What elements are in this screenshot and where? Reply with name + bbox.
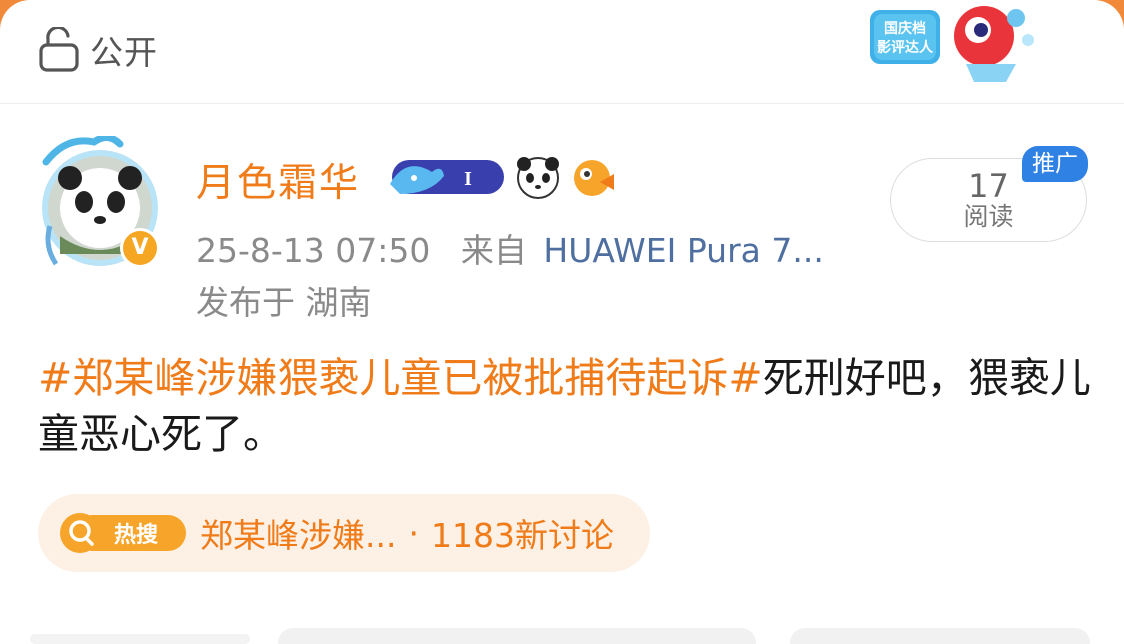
- read-label: 阅读: [963, 201, 1014, 231]
- post-card: 公开 国庆档 影评达人 V 月色霜华 I 25-8-13 07:50 来自 HU…: [0, 0, 1124, 644]
- hot-search-count: 1183新讨论: [430, 516, 614, 555]
- read-count: 17: [968, 167, 1009, 206]
- username[interactable]: 月色霜华: [196, 152, 360, 208]
- top-bar: 公开 国庆档 影评达人: [0, 0, 1124, 104]
- user-badges[interactable]: I: [386, 154, 618, 200]
- post-source[interactable]: HUAWEI Pura 7...: [543, 231, 823, 270]
- hot-search-title: 郑某峰涉嫌...: [200, 516, 397, 555]
- post-topic-link[interactable]: #郑某峰涉嫌猥亵儿童已被批捕待起诉#: [38, 354, 763, 402]
- avatar[interactable]: V: [36, 134, 166, 272]
- visibility-label: 公开: [90, 33, 158, 72]
- hot-search-icon-label: 热搜: [114, 522, 159, 548]
- post-datetime: 25-8-13 07:50: [196, 231, 431, 270]
- post-location: 发布于 湖南: [196, 283, 372, 322]
- hot-search-pill[interactable]: 热搜 郑某峰涉嫌... · 1183新讨论: [38, 494, 650, 572]
- visibility-selector[interactable]: 公开: [38, 26, 158, 74]
- hot-search-separator: ·: [408, 513, 419, 553]
- event-text-2: 影评达人: [877, 39, 934, 56]
- hot-search-icon: 热搜: [58, 511, 186, 555]
- event-badge[interactable]: 国庆档 影评达人: [866, 0, 1046, 88]
- lock-open-icon: [38, 27, 80, 73]
- source-prefix: 来自: [460, 231, 527, 270]
- post-text: #郑某峰涉嫌猥亵儿童已被批捕待起诉#死刑好吧，猥亵儿童恶心死了。: [38, 350, 1098, 462]
- promo-tag[interactable]: 推广: [1022, 146, 1088, 182]
- next-row-partial: [0, 620, 1124, 644]
- verified-badge: V: [120, 228, 160, 268]
- vip-level: I: [464, 168, 472, 190]
- event-text-1: 国庆档: [884, 20, 926, 37]
- post-meta: 25-8-13 07:50 来自 HUAWEI Pura 7...: [196, 224, 824, 272]
